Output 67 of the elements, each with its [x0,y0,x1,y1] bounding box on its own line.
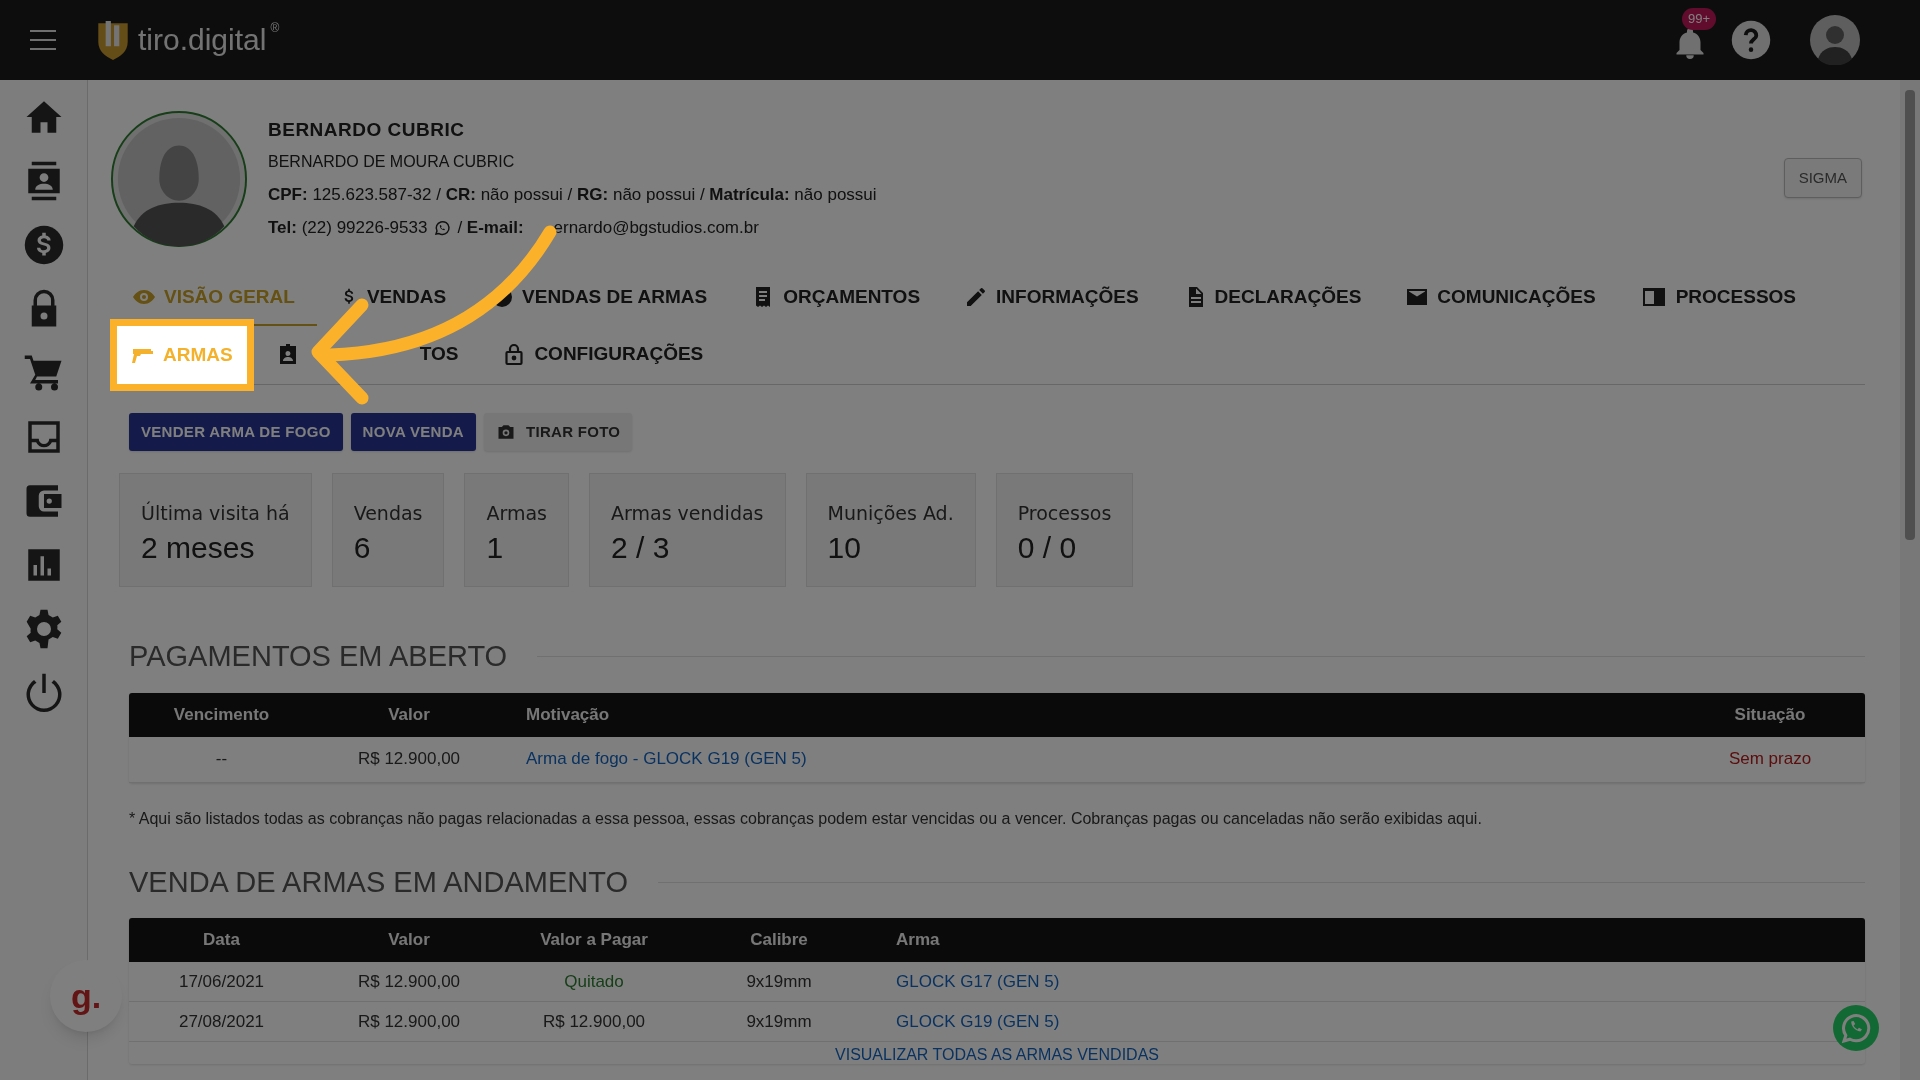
logo-text: tiro.digital [138,22,267,58]
tab[interactable]: VENDAS [316,270,469,326]
table-cell-text: 9x19mm [745,970,813,993]
stat-value: 10 [827,530,862,566]
tab[interactable]: DECLARAÇÕES [1160,270,1384,326]
action-button[interactable]: VENDER ARMA DE FOGO [129,413,343,451]
view-all-link[interactable]: VISUALIZAR TODAS AS ARMAS VENDIDAS [835,1046,1159,1063]
stat-value: 1 [486,530,505,566]
stat-label: Armas [486,501,547,526]
table-cell-text: R$ 12.900,00 [541,1010,647,1033]
stat-value: 2 meses [141,530,256,566]
column-header: Motivação [525,703,611,726]
tab[interactable]: COMUNICAÇÕES [1383,270,1618,326]
column-header: Situação [1733,703,1807,726]
section-title: VENDA DE ARMAS EM ANDAMENTO [129,864,629,900]
table-link[interactable]: Arma de fogo - GLOCK G19 (GEN 5) [504,746,1675,772]
stat-label: Armas vendidas [611,501,764,526]
stat-label: Munições Ad. [827,501,954,526]
action-button[interactable]: TIRAR FOTO [483,413,633,451]
table-cell-text: R$ 12.900,00 [356,748,462,771]
section-title: PAGAMENTOS EM ABERTO [129,639,508,674]
phone-number: Tel: (22) 99226-9533 [268,218,428,238]
column-header: Arma [895,929,941,952]
tab[interactable]: INFORMAÇÕES [942,270,1161,326]
column-header: Valor a Pagar [539,929,649,952]
table-cell-text: R$ 12.900,00 [356,970,462,993]
person-name: BERNARDO CUBRIC [268,118,466,142]
table-cell-text: Quitado [563,970,625,993]
column-header: Data [202,929,241,952]
table-cell-text: R$ 12.900,00 [356,1010,462,1033]
tab[interactable]: PROCESSOS [1617,270,1819,326]
sigma-button[interactable]: SIGMA [1783,158,1862,198]
stat-value: 0 / 0 [1017,530,1078,566]
stat-label: Última visita há [141,500,290,526]
column-header: Valor [387,703,431,726]
table-cell-text: 27/08/2021 [177,1010,266,1033]
email-address: ernardo@bgstudios.com.br [553,218,759,238]
help-icon[interactable] [1730,19,1772,61]
tab[interactable]: TOS [253,326,481,384]
column-header: Valor [387,929,431,952]
table-cell-text: -- [214,748,229,771]
tab[interactable]: CONFIGURAÇÕES [480,326,726,384]
person-full-name: BERNARDO DE MOURA CUBRIC [268,152,516,172]
trademark-mark: ® [270,20,280,37]
column-header: Calibre [749,929,809,952]
notification-badge: 99+ [1682,8,1717,30]
table-cell-text: 17/06/2021 [177,970,266,993]
document-numbers: CPF: 125.623.587-32 / CR: não possui / RG: não possui / Matrícula: não possui [268,185,877,205]
footnote: * Aqui são listados todas as cobranças não pagas relacionadas a essa pessoa, essas cobranças podem estar vencidas ou a vencer. Cobranças pagas ou canceladas não serão exibidas aqui. [128,808,1483,829]
user-avatar[interactable] [1810,15,1860,65]
scrollbar-thumb[interactable] [1905,90,1915,540]
whatsapp-icon[interactable] [433,219,452,237]
stat-label: Vendas [353,501,423,526]
stat-label: Processos [1017,501,1112,526]
column-header: Vencimento [172,703,271,726]
action-button[interactable]: NOVA VENDA [350,413,476,451]
table-cell-text: Sem prazo [1727,748,1813,771]
stat-value: 6 [353,530,372,566]
table-cell-text: 9x19mm [745,1010,813,1033]
dollar-icon[interactable] [22,224,65,266]
shield-logo-icon [96,19,130,61]
email-label: / E-mail: [457,218,524,238]
chat-button[interactable]: g. [50,960,122,1032]
stat-value: 2 / 3 [611,530,671,566]
tab[interactable]: ORÇAMENTOS [729,270,943,326]
menu-icon[interactable] [30,30,56,50]
table-link[interactable]: GLOCK G17 (GEN 5) [874,968,1865,995]
